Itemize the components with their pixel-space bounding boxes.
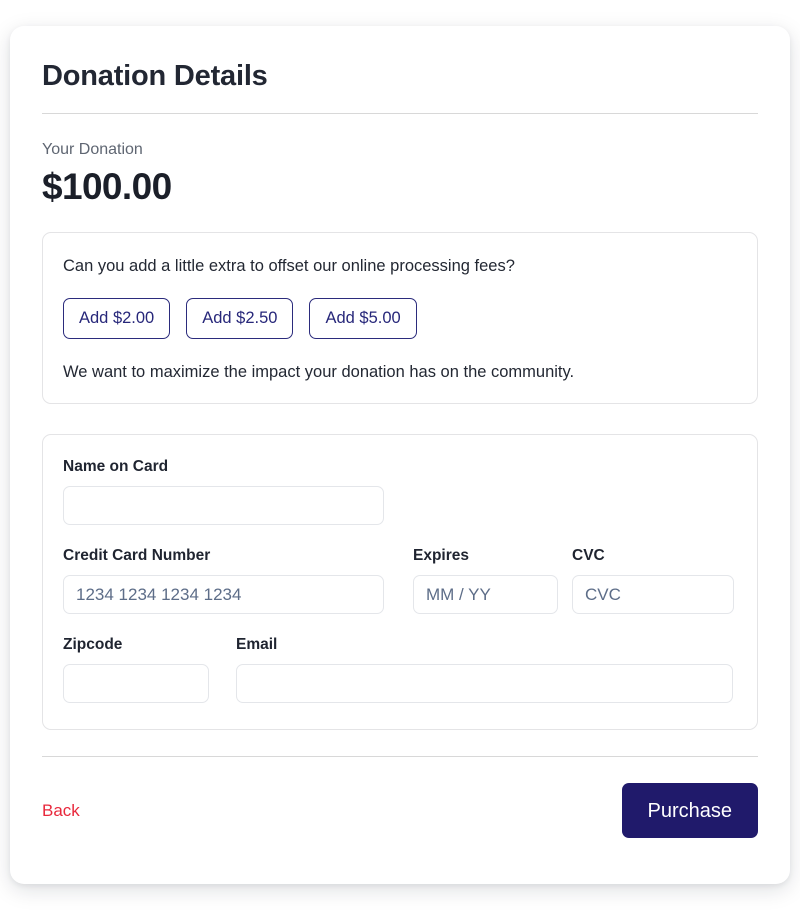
zipcode-label: Zipcode (63, 636, 123, 653)
add-fee-option-2-button[interactable]: Add $2.50 (186, 298, 294, 339)
checkout-page: Donation Details Your Donation $100.00 C… (0, 0, 800, 920)
page-title: Donation Details (42, 60, 268, 92)
expires-field: Expires (413, 546, 558, 614)
back-link[interactable]: Back (42, 800, 80, 822)
fee-offset-note: We want to maximize the impact your dona… (63, 363, 575, 381)
payment-form-panel: Name on Card Credit Card Number Expires … (42, 434, 758, 730)
fee-offset-options: Add $2.00 Add $2.50 Add $5.00 (63, 298, 737, 339)
donation-summary: Your Donation $100.00 (42, 114, 758, 209)
purchase-button[interactable]: Purchase (621, 783, 758, 838)
zipcode-field: Zipcode (63, 635, 209, 703)
donation-summary-label: Your Donation (42, 141, 143, 158)
expires-label: Expires (413, 547, 470, 564)
cvc-label: CVC (572, 547, 605, 564)
cvc-input[interactable] (572, 575, 734, 614)
email-label: Email (236, 636, 278, 653)
fee-offset-panel: Can you add a little extra to offset our… (42, 232, 758, 404)
credit-card-number-field: Credit Card Number (63, 546, 384, 614)
add-fee-option-1-button[interactable]: Add $2.00 (63, 298, 171, 339)
name-on-card-field: Name on Card (63, 457, 737, 525)
fee-offset-question: Can you add a little extra to offset our… (63, 257, 515, 275)
name-on-card-label: Name on Card (63, 458, 169, 475)
name-on-card-input[interactable] (63, 486, 384, 525)
credit-card-number-input[interactable] (63, 575, 384, 614)
donation-amount: $100.00 (42, 166, 172, 207)
zipcode-input[interactable] (63, 664, 209, 703)
email-field: Email (236, 635, 733, 703)
billing-row: Zipcode Email (63, 635, 737, 703)
cvc-field: CVC (572, 546, 734, 614)
credit-card-number-label: Credit Card Number (63, 547, 211, 564)
add-fee-option-3-button[interactable]: Add $5.00 (309, 298, 417, 339)
expires-input[interactable] (413, 575, 558, 614)
donation-details-card: Donation Details Your Donation $100.00 C… (10, 26, 790, 884)
email-input[interactable] (236, 664, 733, 703)
form-footer: Back Purchase (42, 757, 758, 838)
card-details-row: Credit Card Number Expires CVC (63, 546, 737, 614)
